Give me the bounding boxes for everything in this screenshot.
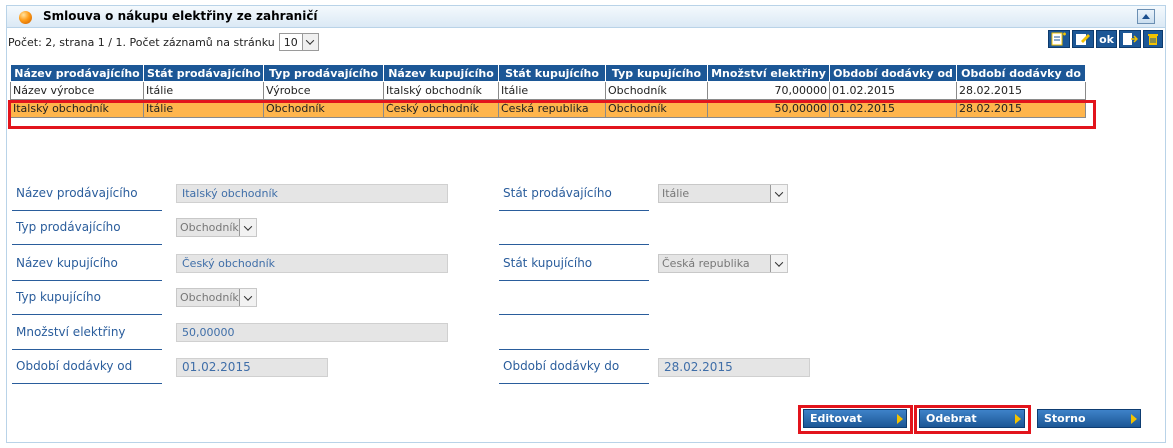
divider (12, 383, 162, 384)
chevron-down-icon[interactable] (770, 185, 787, 202)
seller-country-value: Itálie (662, 187, 690, 200)
seller-country-label: Stát prodávajícího (503, 186, 612, 200)
table-cell: Výrobce (263, 81, 384, 100)
table-cell: Italský obchodník (383, 81, 499, 100)
records-table: Název prodávajícího Stát prodávajícího T… (10, 64, 1086, 118)
arrow-right-icon (1015, 414, 1021, 424)
buyer-type-value: Obchodník (180, 291, 239, 304)
period-to-label: Období dodávky do (503, 359, 620, 373)
divider (12, 244, 162, 245)
chevron-down-icon[interactable] (770, 255, 787, 272)
table-row-selected[interactable]: Italský obchodník Itálie Obchodník Český… (10, 99, 1086, 118)
column-header[interactable]: Období dodávky do (956, 64, 1086, 82)
period-to-field[interactable]: 28.02.2015 (658, 358, 810, 377)
remove-button-label: Odebrat (926, 412, 977, 425)
page-size-select[interactable]: 10 (278, 33, 319, 51)
edit-icon (1076, 34, 1091, 45)
table-cell: Itálie (143, 81, 264, 100)
trash-icon (1148, 34, 1158, 45)
table-cell: 50,00000 (707, 99, 830, 118)
buyer-country-value: Česká republika (662, 257, 750, 270)
table-row[interactable]: Název výrobce Itálie Výrobce Italský obc… (10, 81, 1086, 100)
seller-type-label: Typ prodávajícího (16, 220, 121, 234)
edit-button-label: Editovat (810, 412, 862, 425)
column-header[interactable]: Stát prodávajícího (143, 64, 264, 82)
table-cell: Itálie (498, 81, 606, 100)
period-from-label: Období dodávky od (16, 359, 133, 373)
divider (499, 280, 649, 281)
buyer-name-label: Název kupujícího (16, 256, 118, 270)
arrow-right-icon (897, 414, 903, 424)
orb-icon (19, 11, 32, 24)
divider (499, 210, 649, 211)
column-header[interactable]: Typ prodávajícího (263, 64, 384, 82)
chevron-down-icon[interactable] (301, 34, 318, 50)
chevron-down-icon[interactable] (239, 219, 256, 236)
panel-header: Smlouva o nákupu elektřiny ze zahraničí (7, 6, 1165, 28)
column-header[interactable]: Název kupujícího (383, 64, 499, 82)
table-cell: 01.02.2015 (829, 99, 957, 118)
table-cell: 28.02.2015 (956, 99, 1086, 118)
edit-record-button[interactable] (1072, 30, 1095, 48)
collapse-button[interactable] (1137, 9, 1155, 24)
table-cell: Italský obchodník (10, 99, 144, 118)
cancel-button-label: Storno (1044, 412, 1086, 425)
amount-field[interactable]: 50,00000 (176, 323, 448, 342)
cancel-button[interactable]: Storno (1037, 409, 1141, 428)
seller-type-select[interactable]: Obchodník (176, 218, 257, 237)
divider (12, 280, 162, 281)
period-from-field[interactable]: 01.02.2015 (176, 358, 328, 377)
table-cell: 28.02.2015 (956, 81, 1086, 100)
divider (499, 349, 649, 350)
divider (12, 349, 162, 350)
column-header[interactable]: Typ kupujícího (605, 64, 708, 82)
seller-country-select[interactable]: Itálie (658, 184, 788, 203)
table-cell: Název výrobce (10, 81, 144, 100)
table-cell: Obchodník (605, 81, 708, 100)
divider (499, 314, 649, 315)
buyer-type-select[interactable]: Obchodník (176, 288, 257, 307)
table-cell: 70,00000 (707, 81, 830, 100)
chevron-down-icon[interactable] (239, 289, 256, 306)
divider (12, 210, 162, 211)
new-record-button[interactable] (1048, 30, 1071, 48)
table-cell: Obchodník (605, 99, 708, 118)
remove-button[interactable]: Odebrat (919, 409, 1025, 428)
column-header[interactable]: Období dodávky od (829, 64, 957, 82)
edit-button[interactable]: Editovat (803, 409, 907, 428)
table-cell: Český obchodník (383, 99, 499, 118)
column-header[interactable]: Množství elektřiny (707, 64, 830, 82)
panel-title: Smlouva o nákupu elektřiny ze zahraničí (43, 9, 318, 23)
chevron-up-icon (1142, 14, 1150, 19)
table-cell: Česká republika (498, 99, 606, 118)
buyer-country-select[interactable]: Česká republika (658, 254, 788, 273)
table-cell: 01.02.2015 (829, 81, 957, 100)
export-icon (1123, 33, 1138, 45)
divider (12, 314, 162, 315)
amount-label: Množství elektřiny (16, 325, 126, 339)
buyer-type-label: Typ kupujícího (16, 290, 101, 304)
ok-button[interactable]: ok (1096, 30, 1117, 48)
table-cell: Itálie (143, 99, 264, 118)
buyer-country-label: Stát kupujícího (503, 256, 593, 270)
pager: Počet: 2, strana 1 / 1. Počet záznamů na… (8, 33, 319, 51)
grid-toolbar: ok (1048, 30, 1163, 48)
table-header-row: Název prodávajícího Stát prodávajícího T… (10, 64, 1086, 82)
delete-button[interactable] (1143, 30, 1163, 48)
table-cell: Obchodník (263, 99, 384, 118)
seller-name-label: Název prodávajícího (16, 186, 138, 200)
buyer-name-field[interactable]: Český obchodník (176, 254, 448, 273)
page-size-value: 10 (283, 35, 298, 49)
seller-type-value: Obchodník (180, 221, 239, 234)
pager-text: Počet: 2, strana 1 / 1. Počet záznamů na… (8, 35, 275, 49)
export-button[interactable] (1119, 30, 1141, 48)
column-header[interactable]: Název prodávajícího (10, 64, 144, 82)
divider (499, 383, 649, 384)
column-header[interactable]: Stát kupujícího (498, 64, 606, 82)
divider (499, 244, 649, 245)
arrow-right-icon (1131, 414, 1137, 424)
seller-name-field[interactable]: Italský obchodník (176, 184, 448, 203)
new-record-icon (1051, 32, 1067, 46)
